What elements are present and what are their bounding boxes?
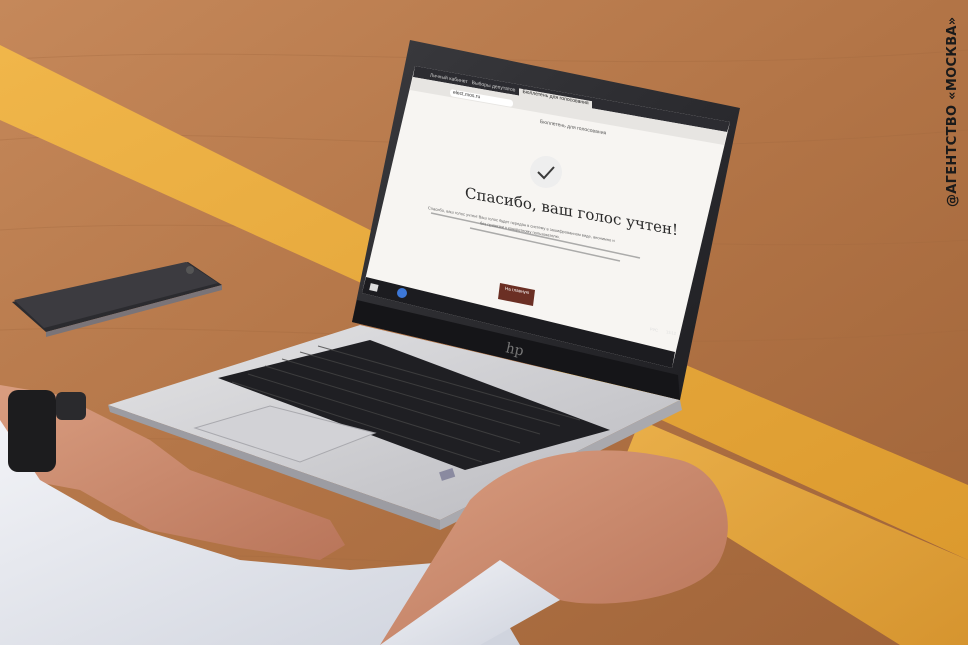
photo-scene: hp	[0, 0, 968, 645]
wristwatch	[8, 390, 56, 472]
photo-credit: @АГЕНТСТВО «МОСКВА»	[937, 0, 967, 232]
photo-credit-text: @АГЕНТСТВО «МОСКВА»	[945, 16, 960, 208]
success-check-circle	[530, 156, 562, 188]
